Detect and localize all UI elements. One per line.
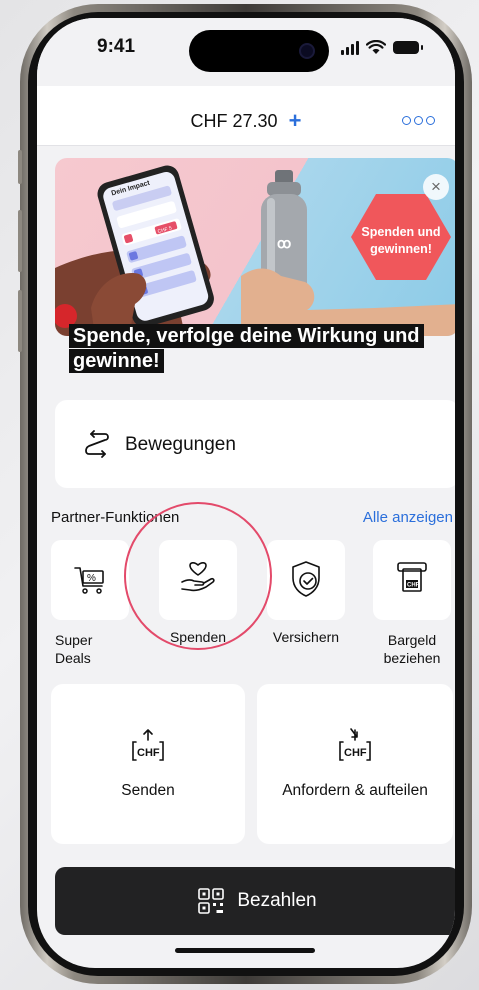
bottle-logo: ꝏ bbox=[277, 235, 291, 251]
movements-card[interactable]: Bewegungen bbox=[55, 400, 455, 488]
dynamic-island bbox=[189, 30, 329, 72]
shield-check-icon bbox=[292, 561, 320, 597]
partner-tile-versichern[interactable] bbox=[267, 540, 345, 620]
status-bar: 9:41 bbox=[37, 18, 455, 86]
send-chf-icon: CHF bbox=[128, 726, 168, 771]
partner-tile-spenden[interactable] bbox=[159, 540, 237, 620]
pay-button[interactable]: Bezahlen bbox=[55, 867, 455, 935]
wifi-icon bbox=[366, 40, 386, 54]
partner-label-spenden: Spenden bbox=[169, 629, 227, 645]
show-all-link[interactable]: Alle anzeigen bbox=[363, 509, 453, 526]
balance-amount: CHF 27.30 bbox=[190, 111, 278, 131]
partner-tile-bargeld[interactable]: CHF bbox=[373, 540, 451, 620]
send-card[interactable]: CHF Senden bbox=[51, 684, 245, 844]
app-header: CHF 27.30 + bbox=[37, 86, 455, 146]
request-label: Anfordern & aufteilen bbox=[282, 782, 428, 799]
mute-switch bbox=[18, 150, 22, 184]
home-indicator[interactable] bbox=[175, 948, 315, 953]
front-camera bbox=[299, 43, 315, 59]
status-icons bbox=[341, 40, 423, 55]
svg-text:CHF: CHF bbox=[344, 747, 367, 759]
battery-icon bbox=[393, 41, 423, 54]
volume-up-button bbox=[18, 210, 22, 272]
volume-down-button bbox=[18, 290, 22, 352]
signal-icon bbox=[341, 40, 359, 55]
svg-text:%: % bbox=[87, 573, 96, 584]
pay-label: Bezahlen bbox=[237, 890, 317, 911]
movements-label: Bewegungen bbox=[125, 434, 236, 455]
qr-code-icon bbox=[198, 888, 225, 914]
partner-tile-super-deals[interactable]: % bbox=[51, 540, 129, 620]
svg-text:CHF: CHF bbox=[137, 747, 160, 759]
movements-icon bbox=[85, 430, 109, 458]
atm-cash-icon: CHF bbox=[397, 562, 427, 592]
cart-percent-icon: % bbox=[74, 567, 104, 594]
add-money-button[interactable]: + bbox=[289, 108, 302, 133]
send-label: Senden bbox=[121, 782, 175, 799]
hand-heart-icon bbox=[181, 562, 215, 592]
svg-text:CHF: CHF bbox=[407, 583, 420, 589]
clock: 9:41 bbox=[97, 36, 136, 57]
promo-banner[interactable]: Dein Impact CHF 5 ꝏ Spenden und gewinnen… bbox=[55, 158, 455, 336]
partner-label-versichern: Versichern bbox=[272, 629, 340, 645]
balance-display: CHF 27.30 + bbox=[37, 108, 455, 134]
more-options-icon[interactable] bbox=[402, 116, 435, 125]
hex-line-2: gewinnen! bbox=[370, 241, 432, 256]
partner-label-bargeld: Bargeld beziehen bbox=[383, 632, 441, 666]
close-banner-button[interactable]: × bbox=[423, 174, 449, 200]
banner-caption: Spende, verfolge deine Wirkung und gewin… bbox=[69, 324, 449, 373]
hex-line-1: Spenden und bbox=[361, 225, 441, 239]
request-chf-icon: CHF bbox=[335, 726, 375, 771]
banner-caption-text: Spende, verfolge deine Wirkung und gewin… bbox=[69, 324, 424, 373]
partner-label-super-deals: Super Deals bbox=[55, 632, 93, 666]
request-card[interactable]: CHF Anfordern & aufteilen bbox=[257, 684, 453, 844]
phone-screen: 9:41 CHF 27.30 + Dein Impact CHF 5 ꝏ Spe… bbox=[37, 18, 455, 968]
partner-section-title: Partner-Funktionen bbox=[51, 509, 180, 526]
